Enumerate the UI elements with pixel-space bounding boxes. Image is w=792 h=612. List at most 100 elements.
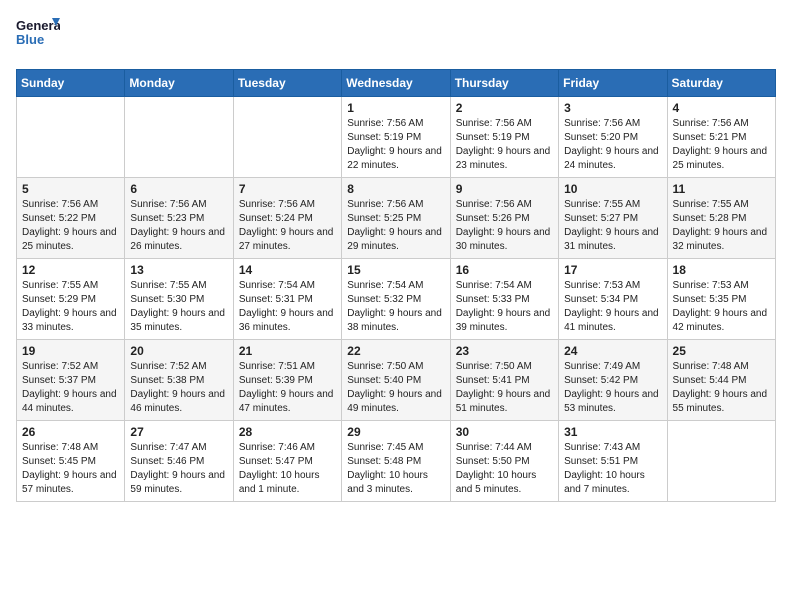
- calendar-cell: 11 Sunrise: 7:55 AMSunset: 5:28 PMDaylig…: [667, 178, 775, 259]
- calendar-cell: 29 Sunrise: 7:45 AMSunset: 5:48 PMDaylig…: [342, 421, 450, 502]
- logo: General Blue: [16, 16, 60, 57]
- day-number: 22: [347, 344, 444, 358]
- calendar-table: SundayMondayTuesdayWednesdayThursdayFrid…: [16, 69, 776, 502]
- calendar-cell: 10 Sunrise: 7:55 AMSunset: 5:27 PMDaylig…: [559, 178, 667, 259]
- day-number: 1: [347, 101, 444, 115]
- day-info: Sunrise: 7:55 AMSunset: 5:28 PMDaylight:…: [673, 198, 770, 254]
- day-info: Sunrise: 7:56 AMSunset: 5:19 PMDaylight:…: [347, 117, 444, 173]
- day-number: 24: [564, 344, 661, 358]
- calendar-cell: 30 Sunrise: 7:44 AMSunset: 5:50 PMDaylig…: [450, 421, 558, 502]
- calendar-cell: 1 Sunrise: 7:56 AMSunset: 5:19 PMDayligh…: [342, 97, 450, 178]
- day-number: 27: [130, 425, 227, 439]
- day-info: Sunrise: 7:47 AMSunset: 5:46 PMDaylight:…: [130, 441, 227, 497]
- calendar-cell: 20 Sunrise: 7:52 AMSunset: 5:38 PMDaylig…: [125, 340, 233, 421]
- calendar-cell: 27 Sunrise: 7:47 AMSunset: 5:46 PMDaylig…: [125, 421, 233, 502]
- calendar-cell: 26 Sunrise: 7:48 AMSunset: 5:45 PMDaylig…: [17, 421, 125, 502]
- weekday-header-sunday: Sunday: [17, 70, 125, 97]
- day-info: Sunrise: 7:55 AMSunset: 5:27 PMDaylight:…: [564, 198, 661, 254]
- calendar-week-3: 12 Sunrise: 7:55 AMSunset: 5:29 PMDaylig…: [17, 259, 776, 340]
- day-info: Sunrise: 7:56 AMSunset: 5:22 PMDaylight:…: [22, 198, 119, 254]
- day-number: 17: [564, 263, 661, 277]
- day-number: 2: [456, 101, 553, 115]
- day-info: Sunrise: 7:48 AMSunset: 5:45 PMDaylight:…: [22, 441, 119, 497]
- calendar-cell: 19 Sunrise: 7:52 AMSunset: 5:37 PMDaylig…: [17, 340, 125, 421]
- day-number: 16: [456, 263, 553, 277]
- day-info: Sunrise: 7:50 AMSunset: 5:41 PMDaylight:…: [456, 360, 553, 416]
- calendar-cell: [233, 97, 341, 178]
- calendar-cell: 18 Sunrise: 7:53 AMSunset: 5:35 PMDaylig…: [667, 259, 775, 340]
- day-info: Sunrise: 7:43 AMSunset: 5:51 PMDaylight:…: [564, 441, 661, 497]
- day-info: Sunrise: 7:49 AMSunset: 5:42 PMDaylight:…: [564, 360, 661, 416]
- day-info: Sunrise: 7:54 AMSunset: 5:31 PMDaylight:…: [239, 279, 336, 335]
- svg-text:Blue: Blue: [16, 32, 44, 47]
- day-info: Sunrise: 7:56 AMSunset: 5:25 PMDaylight:…: [347, 198, 444, 254]
- day-number: 8: [347, 182, 444, 196]
- day-info: Sunrise: 7:56 AMSunset: 5:24 PMDaylight:…: [239, 198, 336, 254]
- logo-icon: General Blue: [16, 16, 60, 52]
- day-number: 7: [239, 182, 336, 196]
- calendar-cell: 25 Sunrise: 7:48 AMSunset: 5:44 PMDaylig…: [667, 340, 775, 421]
- weekday-header-tuesday: Tuesday: [233, 70, 341, 97]
- day-number: 20: [130, 344, 227, 358]
- day-info: Sunrise: 7:55 AMSunset: 5:30 PMDaylight:…: [130, 279, 227, 335]
- calendar-cell: 12 Sunrise: 7:55 AMSunset: 5:29 PMDaylig…: [17, 259, 125, 340]
- calendar-cell: 23 Sunrise: 7:50 AMSunset: 5:41 PMDaylig…: [450, 340, 558, 421]
- calendar-week-4: 19 Sunrise: 7:52 AMSunset: 5:37 PMDaylig…: [17, 340, 776, 421]
- day-info: Sunrise: 7:45 AMSunset: 5:48 PMDaylight:…: [347, 441, 444, 497]
- weekday-header-row: SundayMondayTuesdayWednesdayThursdayFrid…: [17, 70, 776, 97]
- day-number: 31: [564, 425, 661, 439]
- day-number: 13: [130, 263, 227, 277]
- calendar-week-5: 26 Sunrise: 7:48 AMSunset: 5:45 PMDaylig…: [17, 421, 776, 502]
- day-number: 18: [673, 263, 770, 277]
- day-info: Sunrise: 7:52 AMSunset: 5:37 PMDaylight:…: [22, 360, 119, 416]
- day-number: 30: [456, 425, 553, 439]
- calendar-cell: [667, 421, 775, 502]
- day-number: 28: [239, 425, 336, 439]
- calendar-cell: 16 Sunrise: 7:54 AMSunset: 5:33 PMDaylig…: [450, 259, 558, 340]
- calendar-cell: 28 Sunrise: 7:46 AMSunset: 5:47 PMDaylig…: [233, 421, 341, 502]
- page-header: General Blue: [16, 16, 776, 57]
- day-number: 14: [239, 263, 336, 277]
- calendar-cell: 9 Sunrise: 7:56 AMSunset: 5:26 PMDayligh…: [450, 178, 558, 259]
- calendar-cell: 31 Sunrise: 7:43 AMSunset: 5:51 PMDaylig…: [559, 421, 667, 502]
- day-info: Sunrise: 7:48 AMSunset: 5:44 PMDaylight:…: [673, 360, 770, 416]
- weekday-header-monday: Monday: [125, 70, 233, 97]
- day-info: Sunrise: 7:54 AMSunset: 5:33 PMDaylight:…: [456, 279, 553, 335]
- day-info: Sunrise: 7:56 AMSunset: 5:26 PMDaylight:…: [456, 198, 553, 254]
- day-info: Sunrise: 7:53 AMSunset: 5:35 PMDaylight:…: [673, 279, 770, 335]
- day-number: 3: [564, 101, 661, 115]
- day-number: 23: [456, 344, 553, 358]
- calendar-cell: [17, 97, 125, 178]
- day-number: 26: [22, 425, 119, 439]
- calendar-cell: 15 Sunrise: 7:54 AMSunset: 5:32 PMDaylig…: [342, 259, 450, 340]
- calendar-cell: 5 Sunrise: 7:56 AMSunset: 5:22 PMDayligh…: [17, 178, 125, 259]
- calendar-cell: [125, 97, 233, 178]
- day-number: 25: [673, 344, 770, 358]
- day-number: 9: [456, 182, 553, 196]
- day-info: Sunrise: 7:56 AMSunset: 5:23 PMDaylight:…: [130, 198, 227, 254]
- weekday-header-friday: Friday: [559, 70, 667, 97]
- day-info: Sunrise: 7:53 AMSunset: 5:34 PMDaylight:…: [564, 279, 661, 335]
- day-number: 10: [564, 182, 661, 196]
- weekday-header-thursday: Thursday: [450, 70, 558, 97]
- day-number: 4: [673, 101, 770, 115]
- calendar-cell: 22 Sunrise: 7:50 AMSunset: 5:40 PMDaylig…: [342, 340, 450, 421]
- weekday-header-wednesday: Wednesday: [342, 70, 450, 97]
- day-info: Sunrise: 7:56 AMSunset: 5:21 PMDaylight:…: [673, 117, 770, 173]
- day-number: 21: [239, 344, 336, 358]
- day-number: 12: [22, 263, 119, 277]
- day-info: Sunrise: 7:44 AMSunset: 5:50 PMDaylight:…: [456, 441, 553, 497]
- day-info: Sunrise: 7:52 AMSunset: 5:38 PMDaylight:…: [130, 360, 227, 416]
- day-info: Sunrise: 7:46 AMSunset: 5:47 PMDaylight:…: [239, 441, 336, 497]
- weekday-header-saturday: Saturday: [667, 70, 775, 97]
- calendar-cell: 13 Sunrise: 7:55 AMSunset: 5:30 PMDaylig…: [125, 259, 233, 340]
- calendar-cell: 14 Sunrise: 7:54 AMSunset: 5:31 PMDaylig…: [233, 259, 341, 340]
- calendar-cell: 8 Sunrise: 7:56 AMSunset: 5:25 PMDayligh…: [342, 178, 450, 259]
- day-info: Sunrise: 7:56 AMSunset: 5:20 PMDaylight:…: [564, 117, 661, 173]
- calendar-cell: 24 Sunrise: 7:49 AMSunset: 5:42 PMDaylig…: [559, 340, 667, 421]
- calendar-cell: 3 Sunrise: 7:56 AMSunset: 5:20 PMDayligh…: [559, 97, 667, 178]
- calendar-week-1: 1 Sunrise: 7:56 AMSunset: 5:19 PMDayligh…: [17, 97, 776, 178]
- day-number: 11: [673, 182, 770, 196]
- day-info: Sunrise: 7:55 AMSunset: 5:29 PMDaylight:…: [22, 279, 119, 335]
- day-number: 15: [347, 263, 444, 277]
